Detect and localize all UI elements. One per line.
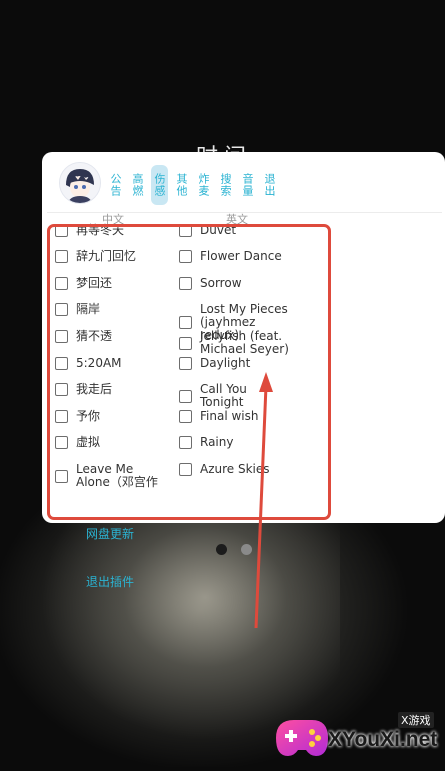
page-dot[interactable]: [241, 544, 252, 555]
exit-plugin-link[interactable]: 退出插件: [86, 573, 134, 590]
cloud-update-link[interactable]: 网盘更新: [86, 525, 134, 542]
annotation-arrow: [254, 372, 273, 629]
page-indicator: [216, 544, 252, 555]
watermark-tag: X游戏: [398, 712, 434, 728]
page-dot[interactable]: [216, 544, 227, 555]
watermark: X游戏 XYouXi.net: [270, 708, 445, 767]
watermark-brand: XYouXi.net: [328, 728, 438, 751]
